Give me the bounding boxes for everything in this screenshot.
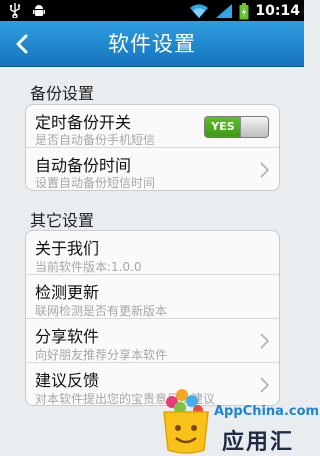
clock: 10:14 bbox=[255, 3, 300, 19]
setting-row-backup-switch[interactable]: 定时备份开关 是否自动备份手机短信 YES bbox=[26, 105, 279, 148]
setting-description: 是否自动备份手机短信 bbox=[35, 133, 156, 147]
backup-toggle[interactable]: YES bbox=[204, 116, 269, 138]
signal-icon bbox=[216, 4, 233, 18]
watermark-site: AppChina.com bbox=[214, 404, 320, 419]
toggle-knob bbox=[240, 117, 268, 137]
setting-row-about[interactable]: 关于我们 当前软件版本:1.0.0 bbox=[26, 231, 279, 275]
chevron-right-icon bbox=[260, 333, 269, 349]
setting-label: 自动备份时间 bbox=[35, 156, 132, 175]
setting-description: 当前软件版本:1.0.0 bbox=[35, 260, 142, 274]
setting-row-backup-time[interactable]: 自动备份时间 设置自动备份短信时间 bbox=[26, 148, 279, 190]
section-title-other: 其它设置 bbox=[30, 211, 95, 230]
setting-label: 定时备份开关 bbox=[35, 113, 132, 132]
backup-settings-group: 定时备份开关 是否自动备份手机短信 YES 自动备份时间 设置自动备份短信时间 bbox=[25, 104, 280, 191]
other-settings-group: 关于我们 当前软件版本:1.0.0 检测更新 联网检测是否有更新版本 分享软件 … bbox=[25, 230, 280, 406]
toggle-on-label: YES bbox=[205, 117, 241, 137]
appchina-logo-icon bbox=[163, 389, 209, 454]
battery-icon bbox=[239, 2, 249, 19]
android-debug-icon bbox=[33, 5, 45, 16]
watermark-brand: 应用汇 bbox=[222, 430, 295, 455]
status-bar: 10:14 bbox=[0, 0, 304, 21]
title-bar: 软件设置 bbox=[0, 21, 304, 67]
setting-label: 检测更新 bbox=[35, 283, 100, 302]
setting-description: 联网检测是否有更新版本 bbox=[35, 304, 168, 318]
section-title-backup: 备份设置 bbox=[30, 84, 95, 103]
setting-description: 设置自动备份短信时间 bbox=[35, 176, 156, 190]
wifi-icon bbox=[190, 4, 209, 18]
setting-label: 建议反馈 bbox=[35, 371, 100, 390]
usb-icon bbox=[10, 3, 21, 18]
setting-label: 关于我们 bbox=[35, 239, 100, 258]
page-title: 软件设置 bbox=[108, 32, 196, 56]
setting-row-share[interactable]: 分享软件 向好朋友推荐分享本软件 bbox=[26, 319, 279, 363]
setting-description: 向好朋友推荐分享本软件 bbox=[35, 348, 168, 362]
chevron-right-icon bbox=[260, 162, 269, 178]
setting-label: 分享软件 bbox=[35, 327, 100, 346]
setting-row-check-update[interactable]: 检测更新 联网检测是否有更新版本 bbox=[26, 275, 279, 319]
appchina-watermark: AppChina.com 应用汇 bbox=[158, 386, 319, 456]
